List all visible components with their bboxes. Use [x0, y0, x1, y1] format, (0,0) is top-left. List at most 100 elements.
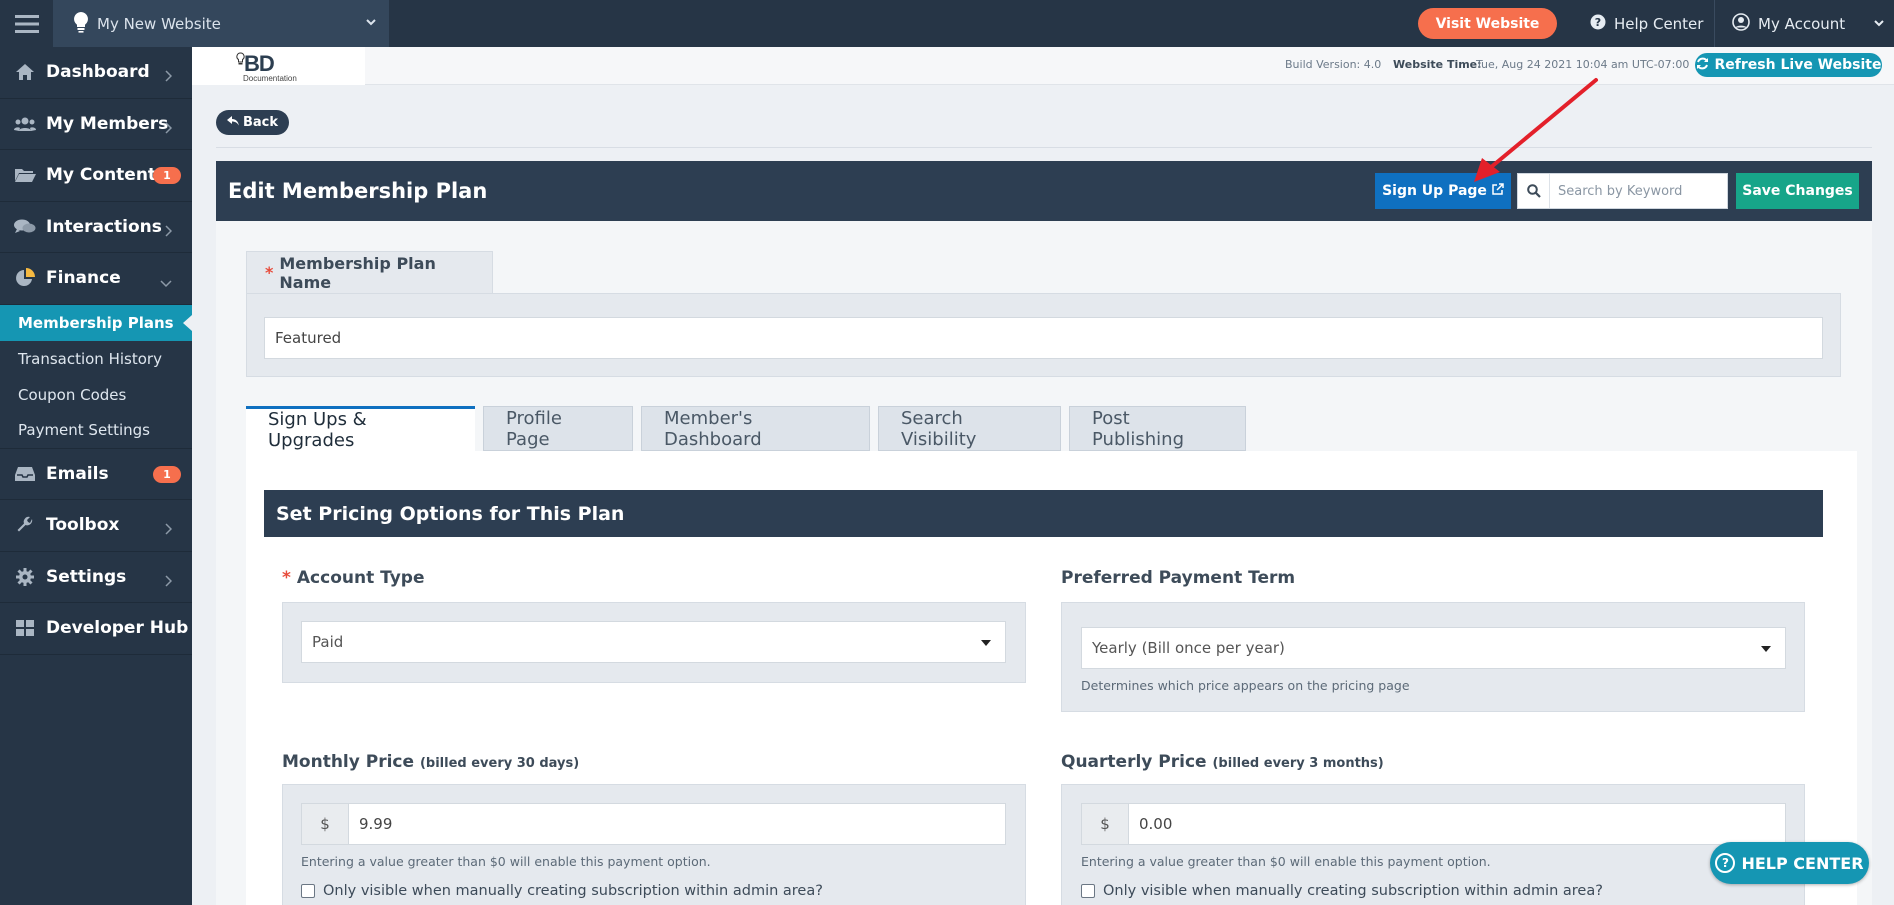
website-time: Tue, Aug 24 2021 10:04 am UTC-07:00 — [1476, 58, 1690, 71]
quarterly-price-input[interactable]: 0.00 — [1129, 804, 1785, 844]
tab-sign-ups-upgrades[interactable]: Sign Ups & Upgrades — [246, 406, 475, 451]
chevron-down-icon — [160, 273, 172, 293]
home-icon — [14, 63, 36, 81]
monthly-price-input[interactable]: 9.99 — [349, 804, 1005, 844]
search-input[interactable] — [1550, 183, 1720, 199]
site-name: My New Website — [97, 14, 221, 33]
quarterly-price-label: Quarterly Price (billed every 3 months) — [1061, 752, 1384, 772]
tab-post-publishing[interactable]: Post Publishing — [1069, 406, 1246, 451]
monthly-price-label: Monthly Price (billed every 30 days) — [282, 752, 579, 772]
monthly-price-input-group[interactable]: $ 9.99 — [301, 803, 1006, 845]
sidebar-item-emails[interactable]: Emails 1 — [0, 449, 192, 500]
section-heading: Set Pricing Options for This Plan — [264, 490, 1823, 537]
menu-toggle-icon[interactable] — [0, 0, 53, 47]
required-asterisk: * — [265, 263, 274, 282]
site-logo[interactable]: BD Documentation — [192, 47, 365, 85]
search-icon — [1518, 174, 1550, 208]
quarterly-price-input-group[interactable]: $ 0.00 — [1081, 803, 1786, 845]
quarterly-price-sublabel: (billed every 3 months) — [1212, 756, 1384, 771]
question-circle-icon: ? — [1715, 853, 1736, 873]
checkbox-label: Only visible when manually creating subs… — [1103, 883, 1603, 899]
sidebar-item-finance[interactable]: Finance — [0, 253, 192, 305]
sidebar-item-my-content[interactable]: My Content 1 — [0, 150, 192, 202]
pie-chart-icon — [14, 268, 36, 288]
sidebar-item-developer-hub[interactable]: Developer Hub — [0, 603, 192, 655]
wrench-icon — [14, 516, 36, 534]
payment-term-select[interactable]: Yearly (Bill once per year) — [1081, 627, 1786, 669]
sidebar-item-label: Toolbox — [46, 515, 120, 536]
sidebar-item-my-members[interactable]: My Members — [0, 99, 192, 150]
sidebar-subitem-coupon-codes[interactable]: Coupon Codes — [0, 376, 192, 413]
account-type-label-text: Account Type — [296, 568, 425, 588]
help-center-link[interactable]: ? Help Center — [1590, 0, 1703, 47]
chevron-right-icon — [164, 119, 173, 139]
users-icon — [14, 116, 36, 132]
sidebar-subitem-membership-plans[interactable]: Membership Plans — [0, 304, 192, 341]
help-center-label: Help Center — [1614, 14, 1704, 33]
currency-addon: $ — [302, 804, 349, 844]
sidebar-item-label: Emails — [46, 463, 109, 484]
keyword-search[interactable] — [1517, 173, 1728, 209]
checkbox-label: Only visible when manually creating subs… — [323, 883, 823, 899]
logo-subtitle: Documentation — [243, 74, 297, 83]
back-button[interactable]: Back — [216, 110, 289, 135]
tab-search-visibility[interactable]: Search Visibility — [878, 406, 1061, 451]
tab-members-dashboard[interactable]: Member's Dashboard — [641, 406, 870, 451]
sidebar-item-label: My Content — [46, 165, 157, 186]
page-header: Edit Membership Plan Sign Up Page Save C… — [216, 161, 1872, 221]
checkbox[interactable] — [1081, 884, 1095, 898]
account-type-value: Paid — [312, 633, 344, 651]
refresh-icon — [1696, 57, 1709, 74]
divider — [216, 147, 1872, 148]
my-account-menu[interactable]: My Account — [1732, 0, 1885, 47]
save-changes-button[interactable]: Save Changes — [1736, 173, 1859, 209]
user-circle-icon — [1732, 12, 1750, 35]
tab-profile-page[interactable]: Profile Page — [483, 406, 633, 451]
help-center-floating-button[interactable]: ? HELP CENTER — [1710, 842, 1869, 884]
reply-arrow-icon — [226, 115, 239, 130]
sidebar-item-toolbox[interactable]: Toolbox — [0, 500, 192, 552]
svg-text:?: ? — [1595, 16, 1601, 29]
monthly-price-hint: Entering a value greater than $0 will en… — [301, 854, 711, 869]
sidebar-subitem-payment-settings[interactable]: Payment Settings — [0, 412, 192, 449]
sidebar-item-label: Interactions — [46, 216, 162, 237]
sidebar-item-interactions[interactable]: Interactions — [0, 202, 192, 253]
sidebar-item-label: Settings — [46, 566, 127, 587]
chevron-right-icon — [164, 67, 173, 87]
folder-icon — [14, 167, 36, 183]
sign-up-page-button[interactable]: Sign Up Page — [1375, 173, 1511, 209]
website-time-label: Website Time: — [1393, 58, 1482, 71]
monthly-admin-only-option[interactable]: Only visible when manually creating subs… — [301, 883, 823, 899]
chevron-right-icon — [164, 520, 173, 540]
notification-badge: 1 — [153, 167, 181, 184]
quarterly-admin-only-option[interactable]: Only visible when manually creating subs… — [1081, 883, 1603, 899]
caret-down-icon — [981, 640, 991, 646]
sidebar-item-dashboard[interactable]: Dashboard — [0, 47, 192, 99]
checkbox[interactable] — [301, 884, 315, 898]
chevron-down-icon — [1873, 15, 1885, 33]
payment-term-hint: Determines which price appears on the pr… — [1081, 678, 1410, 693]
quarterly-price-hint: Entering a value greater than $0 will en… — [1081, 854, 1491, 869]
comments-icon — [14, 219, 36, 235]
chevron-down-icon — [365, 14, 377, 32]
chevron-right-icon — [164, 572, 173, 592]
monthly-price-sublabel: (billed every 30 days) — [419, 756, 580, 771]
account-type-select[interactable]: Paid — [301, 621, 1006, 663]
monthly-price-label-text: Monthly Price — [282, 752, 415, 772]
sidebar-subitem-transaction-history[interactable]: Transaction History — [0, 340, 192, 377]
plan-name-input[interactable]: Featured — [264, 317, 1823, 359]
currency-addon: $ — [1082, 804, 1129, 844]
sidebar-item-label: Finance — [46, 268, 121, 289]
page-title: Edit Membership Plan — [228, 179, 488, 203]
refresh-live-website-button[interactable]: Refresh Live Website — [1695, 53, 1882, 77]
tab-bar: Sign Ups & Upgrades Profile Page Member'… — [246, 406, 1246, 451]
sidebar-item-label: Developer Hub — [46, 618, 189, 639]
payment-term-value: Yearly (Bill once per year) — [1092, 639, 1285, 657]
grid-icon — [14, 620, 36, 637]
account-type-label: * Account Type — [282, 568, 425, 588]
visit-website-button[interactable]: Visit Website — [1418, 8, 1557, 39]
sidebar-item-label: Dashboard — [46, 62, 150, 83]
site-switcher[interactable]: My New Website — [53, 0, 389, 47]
sidebar-item-settings[interactable]: Settings — [0, 552, 192, 603]
inbox-icon — [14, 466, 36, 482]
